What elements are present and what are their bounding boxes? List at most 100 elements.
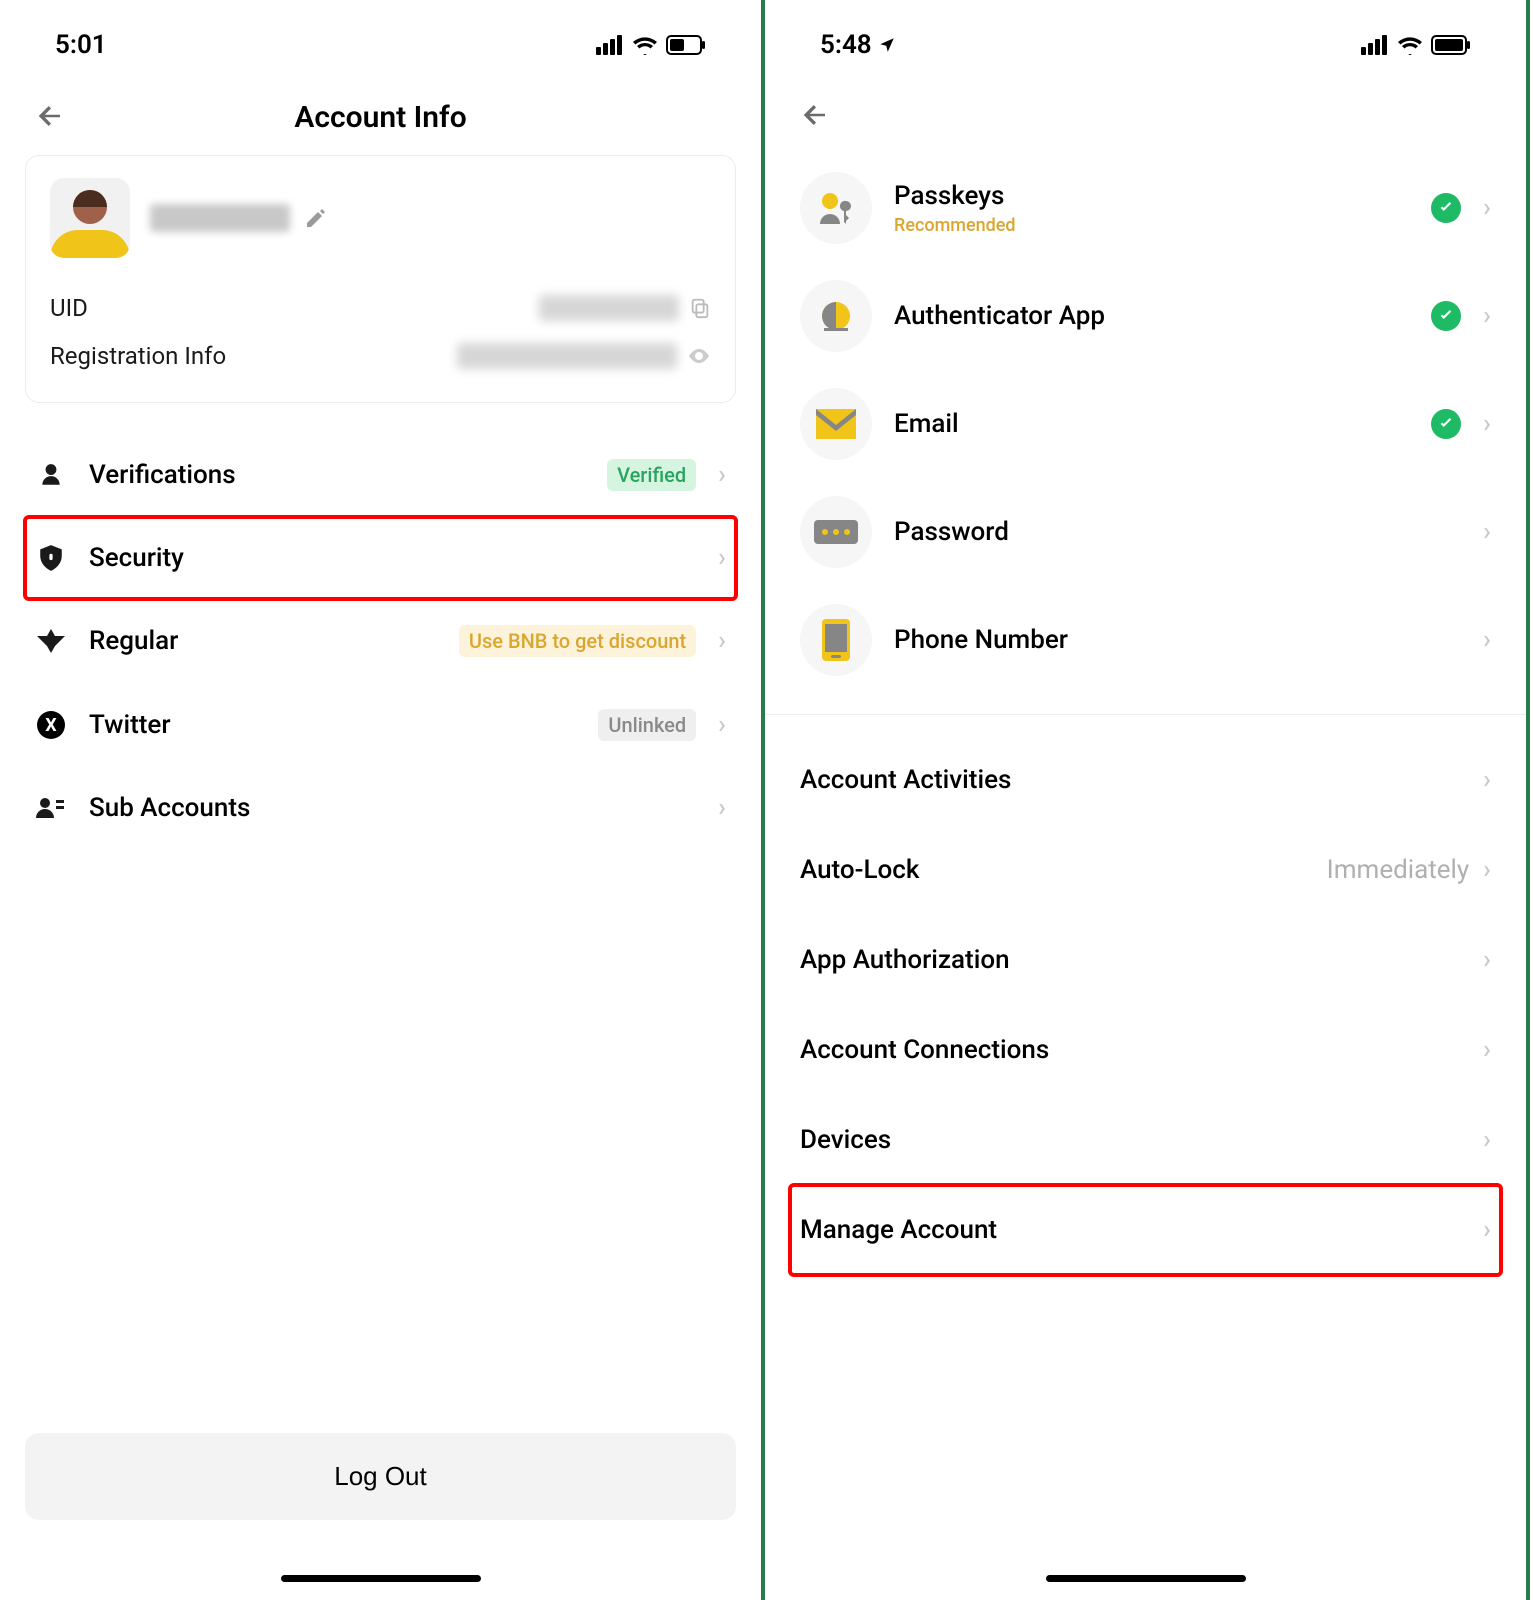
email-icon <box>816 409 856 439</box>
battery-icon <box>666 35 706 55</box>
chevron-right-icon: › <box>718 793 726 823</box>
battery-icon <box>1431 35 1471 55</box>
chevron-right-icon: › <box>1483 193 1491 223</box>
reg-row: Registration Info <box>50 332 711 380</box>
chevron-right-icon: › <box>1483 625 1491 655</box>
unlinked-badge: Unlinked <box>598 709 696 741</box>
chevron-right-icon: › <box>718 626 726 656</box>
wifi-icon <box>1397 35 1423 55</box>
people-icon <box>36 796 66 820</box>
authenticator-item[interactable]: Authenticator App › <box>790 262 1501 370</box>
home-indicator <box>1046 1575 1246 1582</box>
chevron-right-icon: › <box>1483 409 1491 439</box>
screen-security: 5:48 Passkeys Recommended › Authenticato… <box>765 0 1530 1600</box>
status-time: 5:48 <box>820 30 872 60</box>
chevron-right-icon: › <box>1483 517 1491 547</box>
redacted-reg <box>457 343 677 369</box>
status-indicators <box>1361 35 1471 55</box>
avatar <box>50 178 130 258</box>
arrow-left-icon <box>800 100 830 130</box>
chevron-right-icon: › <box>1483 1035 1491 1065</box>
chevron-right-icon: › <box>1483 1125 1491 1155</box>
copy-icon[interactable] <box>689 297 711 319</box>
person-icon <box>38 462 64 488</box>
logout-button[interactable]: Log Out <box>25 1433 736 1520</box>
location-icon <box>878 36 896 54</box>
nav-bar: Account Info <box>25 80 736 155</box>
divider <box>765 714 1526 715</box>
sec-item-label: Authenticator App <box>894 301 1409 331</box>
simple-item-label: Account Activities <box>800 765 1011 795</box>
passkeys-item[interactable]: Passkeys Recommended › <box>790 154 1501 262</box>
manage-account-item[interactable]: Manage Account › <box>790 1185 1501 1275</box>
reg-label: Registration Info <box>50 342 226 370</box>
verified-badge: Verified <box>607 459 696 491</box>
devices-item[interactable]: Devices › <box>790 1095 1501 1185</box>
edit-icon[interactable] <box>304 206 328 230</box>
back-button[interactable] <box>800 100 830 134</box>
status-bar: 5:48 <box>790 30 1501 80</box>
verifications-item[interactable]: Verifications Verified › <box>25 433 736 517</box>
signal-icon <box>1361 35 1389 55</box>
list-item-label: Verifications <box>89 460 585 490</box>
chevron-right-icon: › <box>718 710 726 740</box>
simple-item-label: App Authorization <box>800 945 1010 975</box>
chevron-right-icon: › <box>718 460 726 490</box>
chevron-right-icon: › <box>1483 945 1491 975</box>
sec-item-label: Phone Number <box>894 625 1461 655</box>
list-item-label: Sub Accounts <box>89 793 696 823</box>
nav-bar <box>790 80 1501 154</box>
check-icon <box>1431 301 1461 331</box>
signal-icon <box>596 35 624 55</box>
check-icon <box>1431 193 1461 223</box>
security-item[interactable]: Security › <box>25 517 736 599</box>
simple-item-label: Manage Account <box>800 1215 997 1245</box>
shield-icon <box>38 544 64 572</box>
status-bar: 5:01 <box>25 30 736 80</box>
recommended-badge: Recommended <box>894 215 1409 236</box>
simple-item-label: Auto-Lock <box>800 855 919 885</box>
password-item[interactable]: Password › <box>790 478 1501 586</box>
list-item-label: Regular <box>89 626 437 656</box>
account-activities-item[interactable]: Account Activities › <box>790 735 1501 825</box>
phone-icon <box>822 619 850 661</box>
screen-account-info: 5:01 Account Info UID <box>0 0 765 1600</box>
chevron-right-icon: › <box>1483 1215 1491 1245</box>
home-indicator <box>281 1575 481 1582</box>
email-item[interactable]: Email › <box>790 370 1501 478</box>
back-button[interactable] <box>35 101 65 135</box>
regular-item[interactable]: Regular Use BNB to get discount › <box>25 599 736 683</box>
eye-icon[interactable] <box>687 344 711 368</box>
list-item-label: Security <box>89 543 696 573</box>
uid-label: UID <box>50 294 88 322</box>
wifi-icon <box>632 35 658 55</box>
password-icon <box>814 520 858 544</box>
check-icon <box>1431 409 1461 439</box>
chevron-right-icon: › <box>1483 301 1491 331</box>
app-auth-item[interactable]: App Authorization › <box>790 915 1501 1005</box>
simple-item-label: Devices <box>800 1125 891 1155</box>
sec-item-label: Password <box>894 517 1461 547</box>
subaccounts-item[interactable]: Sub Accounts › <box>25 767 736 849</box>
authenticator-icon <box>818 298 854 334</box>
autolock-item[interactable]: Auto-Lock Immediately › <box>790 825 1501 915</box>
autolock-value: Immediately <box>1327 855 1470 885</box>
x-icon: X <box>37 711 65 739</box>
profile-row <box>50 178 711 258</box>
twitter-item[interactable]: X Twitter Unlinked › <box>25 683 736 767</box>
redacted-username <box>150 204 290 232</box>
list-item-label: Twitter <box>89 710 576 740</box>
account-connections-item[interactable]: Account Connections › <box>790 1005 1501 1095</box>
arrow-left-icon <box>35 101 65 131</box>
page-title: Account Info <box>65 100 696 135</box>
vip-icon <box>37 629 65 653</box>
simple-item-label: Account Connections <box>800 1035 1049 1065</box>
status-indicators <box>596 35 706 55</box>
uid-row: UID <box>50 284 711 332</box>
passkey-icon <box>816 190 856 226</box>
sec-item-label: Passkeys <box>894 181 1409 211</box>
phone-item[interactable]: Phone Number › <box>790 586 1501 694</box>
status-time: 5:01 <box>55 30 107 60</box>
chevron-right-icon: › <box>1483 855 1491 885</box>
chevron-right-icon: › <box>1483 765 1491 795</box>
